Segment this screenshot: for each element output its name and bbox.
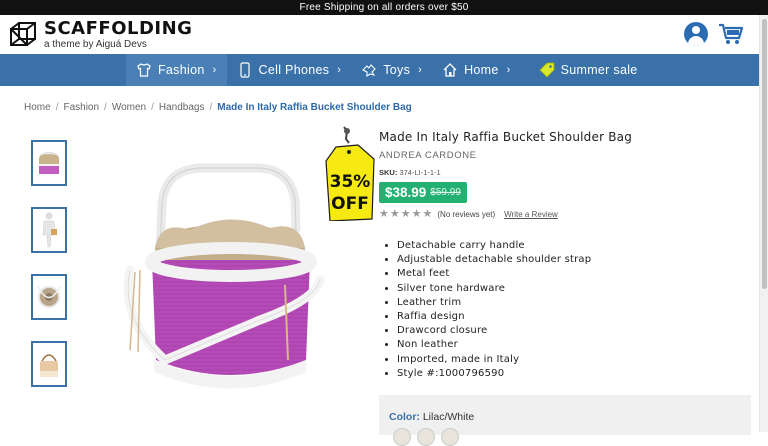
product-sku: SKU: 374-LI-1-1-1	[379, 168, 751, 177]
product-thumbnail-2[interactable]	[31, 207, 67, 253]
product-thumbnail-4[interactable]	[31, 341, 67, 387]
color-key: Color:	[389, 411, 420, 423]
price-original: $59.99	[430, 187, 461, 198]
logo-subtitle: a theme by Aiguá Devs	[44, 39, 147, 50]
color-selector: Color: Lilac/White	[379, 395, 751, 446]
rating-row: ★ ★ ★ ★ ★ (No reviews yet) Write a Revie…	[379, 209, 751, 220]
product-thumbnail-1[interactable]	[31, 140, 67, 186]
feature-item: Non leather	[397, 338, 751, 352]
bag-front-thumbnail	[39, 151, 59, 174]
shirt-icon	[137, 63, 151, 77]
discount-tag-icon: 35% OFF	[325, 126, 375, 221]
product-thumbnail-3[interactable]	[31, 274, 67, 320]
cube-logo-icon	[10, 22, 36, 46]
feature-item: Style #:1000796590	[397, 367, 751, 381]
feature-item: Metal feet	[397, 267, 751, 281]
nav-label: Summer sale	[560, 63, 638, 77]
model-thumbnail	[42, 212, 57, 248]
breadcrumb-link-handbags[interactable]: Handbags	[159, 102, 205, 113]
price-badge: $38.99 $59.99	[379, 182, 467, 203]
write-review-link[interactable]: Write a Review	[504, 210, 558, 219]
product-main-image[interactable]	[110, 160, 340, 400]
promo-banner: Free Shipping on all orders over $50	[0, 0, 768, 15]
price-current: $38.99	[385, 185, 427, 200]
color-label: Color: Lilac/White	[389, 411, 474, 423]
breadcrumb-separator: /	[55, 102, 59, 113]
feature-item: Raffia design	[397, 310, 751, 324]
feature-item: Leather trim	[397, 296, 751, 310]
chevron-right-icon: ›	[337, 64, 342, 76]
nav-label: Toys	[383, 63, 411, 77]
user-icon[interactable]	[684, 22, 708, 46]
chevron-right-icon: ›	[418, 64, 423, 76]
home-icon	[443, 63, 457, 77]
color-swatch[interactable]	[393, 428, 411, 446]
breadcrumb-separator: /	[209, 102, 213, 113]
feature-item: Adjustable detachable shoulder strap	[397, 253, 751, 267]
breadcrumb-current: Made In Italy Raffia Bucket Shoulder Bag	[217, 102, 412, 113]
cart-icon[interactable]	[718, 22, 744, 46]
breadcrumb-link-fashion[interactable]: Fashion	[63, 102, 99, 113]
sku-value: 374-LI-1-1-1	[399, 168, 441, 177]
sku-label: SKU:	[379, 168, 398, 177]
star-icon: ★	[422, 208, 433, 220]
product-brand[interactable]: ANDREA CARDONE	[379, 150, 751, 161]
review-count: (No reviews yet)	[437, 210, 496, 219]
breadcrumb-separator: /	[151, 102, 154, 113]
bag-back-thumbnail	[40, 354, 58, 377]
tag-off: OFF	[331, 194, 369, 214]
nav-label: Cell Phones	[258, 63, 330, 77]
feature-item: Silver tone hardware	[397, 282, 751, 296]
star-icon: ★	[411, 208, 422, 220]
chevron-right-icon: ›	[506, 64, 511, 76]
product-title: Made In Italy Raffia Bucket Shoulder Bag	[379, 130, 633, 144]
chevron-right-icon: ›	[212, 64, 217, 76]
feature-item: Detachable carry handle	[397, 239, 751, 253]
thumbnail-list	[31, 140, 67, 408]
breadcrumb-separator: /	[104, 102, 107, 113]
breadcrumb-link-home[interactable]: Home	[24, 102, 51, 113]
star-icon: ★	[389, 208, 400, 220]
product-info: Made In Italy Raffia Bucket Shoulder Bag…	[379, 130, 751, 381]
bag-top-thumbnail	[37, 285, 61, 308]
star-icon: ★	[379, 208, 389, 220]
star-icon: ★	[400, 208, 411, 220]
site-logo[interactable]: SCAFFOLDING a theme by Aiguá Devs	[8, 20, 192, 50]
nav-item-home[interactable]: Home ›	[432, 54, 521, 86]
color-swatch[interactable]	[441, 428, 459, 446]
main-nav: Fashion › Cell Phones › Toys › Home › Su…	[0, 54, 759, 86]
nav-label: Home	[464, 63, 499, 77]
tag-percent: 35%	[330, 172, 371, 192]
phone-icon	[239, 62, 250, 78]
color-swatches	[393, 428, 459, 446]
logo-title: SCAFFOLDING	[44, 18, 193, 39]
site-header: SCAFFOLDING a theme by Aiguá Devs	[0, 15, 768, 55]
color-swatch[interactable]	[417, 428, 435, 446]
nav-item-cell-phones[interactable]: Cell Phones ›	[227, 54, 352, 86]
breadcrumb: Home / Fashion / Women / Handbags / Made…	[24, 102, 412, 113]
feature-item: Imported, made in Italy	[397, 353, 751, 367]
scrollbar-thumb[interactable]	[762, 19, 767, 289]
toy-icon	[362, 64, 376, 78]
feature-item: Drawcord closure	[397, 324, 751, 338]
feature-list: Detachable carry handle Adjustable detac…	[379, 239, 751, 381]
color-value: Lilac/White	[422, 411, 475, 423]
page-scrollbar[interactable]	[759, 15, 768, 432]
tag-icon	[539, 62, 555, 78]
nav-item-fashion[interactable]: Fashion ›	[126, 54, 227, 86]
nav-item-summer-sale[interactable]: Summer sale	[521, 54, 648, 86]
nav-item-toys[interactable]: Toys ›	[351, 54, 432, 86]
nav-label: Fashion	[158, 63, 205, 77]
breadcrumb-link-women[interactable]: Women	[112, 102, 146, 113]
